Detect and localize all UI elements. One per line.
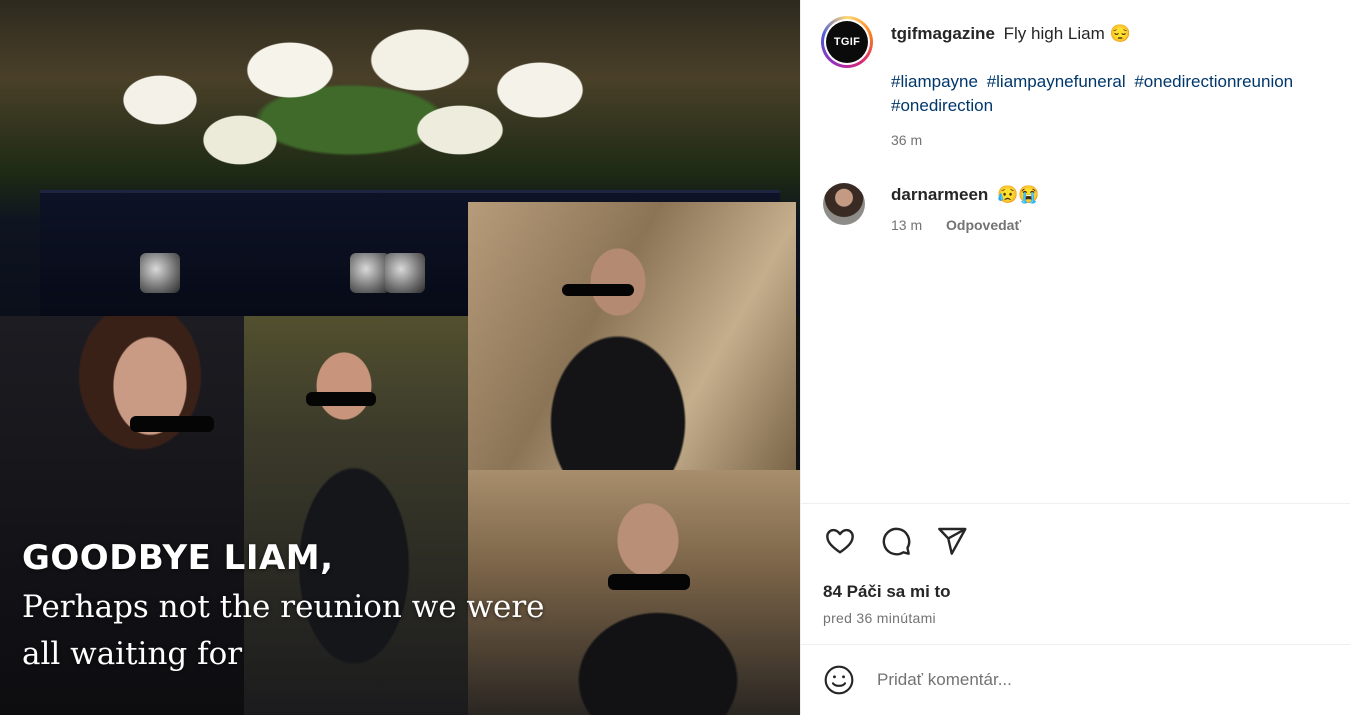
hashtag-link[interactable]: #onedirection: [891, 96, 993, 115]
hashtag-link[interactable]: #liampayne: [891, 72, 978, 91]
comment-input[interactable]: [877, 670, 1297, 690]
overlay-subtitle: Perhaps not the reunion we were all wait…: [22, 589, 545, 672]
coffin-handle: [385, 253, 425, 293]
post-dialog: GOODBYE LIAM, Perhaps not the reunion we…: [0, 0, 1350, 715]
post-caption-row: TGIF tgifmagazine Fly high Liam 😔 #liamp…: [821, 16, 1341, 152]
post-media[interactable]: GOODBYE LIAM, Perhaps not the reunion we…: [0, 0, 800, 715]
comment-text: 😥😭: [997, 185, 1040, 204]
comment-time: 13 m: [891, 217, 923, 233]
posted-time: pred 36 minútami: [823, 610, 936, 626]
caption: tgifmagazine Fly high Liam 😔 #liampayne …: [891, 16, 1341, 152]
media-overlay-text: GOODBYE LIAM, Perhaps not the reunion we…: [22, 538, 622, 678]
caption-text: Fly high Liam 😔: [1003, 24, 1131, 43]
add-comment-bar: [801, 644, 1350, 715]
avatar-logo: TGIF: [826, 21, 868, 63]
sunglasses-shape: [562, 284, 634, 296]
smiley-icon[interactable]: [823, 664, 855, 696]
post-username[interactable]: tgifmagazine: [891, 24, 995, 43]
sunglasses-shape: [130, 416, 214, 432]
comment-username[interactable]: darnarmeen: [891, 185, 988, 204]
coffin-handle: [140, 253, 180, 293]
post-sidebar: TGIF tgifmagazine Fly high Liam 😔 #liamp…: [800, 0, 1350, 715]
photo-man-beard: [468, 202, 796, 470]
action-bar: 84 Páči sa mi to pred 36 minútami: [801, 503, 1350, 644]
heart-icon[interactable]: [823, 524, 857, 558]
comment-avatar[interactable]: [823, 183, 865, 225]
hashtag-list: #liampayne #liampaynefuneral #onedirecti…: [891, 70, 1341, 118]
likes-count[interactable]: 84 Páči sa mi to: [823, 582, 951, 602]
avatar[interactable]: TGIF: [821, 16, 873, 68]
comment-icon[interactable]: [879, 524, 913, 558]
share-icon[interactable]: [935, 524, 969, 558]
hashtag-link[interactable]: #onedirectionreunion: [1134, 72, 1293, 91]
coffin-handle: [350, 253, 390, 293]
post-time: 36 m: [891, 132, 923, 148]
comment-item: darnarmeen 😥😭 13 m Odpovedať: [823, 183, 1039, 233]
reply-button[interactable]: Odpovedať: [946, 217, 1021, 233]
hashtag-link[interactable]: #liampaynefuneral: [987, 72, 1126, 91]
overlay-title: GOODBYE LIAM,: [22, 538, 334, 578]
sunglasses-shape: [306, 392, 376, 406]
